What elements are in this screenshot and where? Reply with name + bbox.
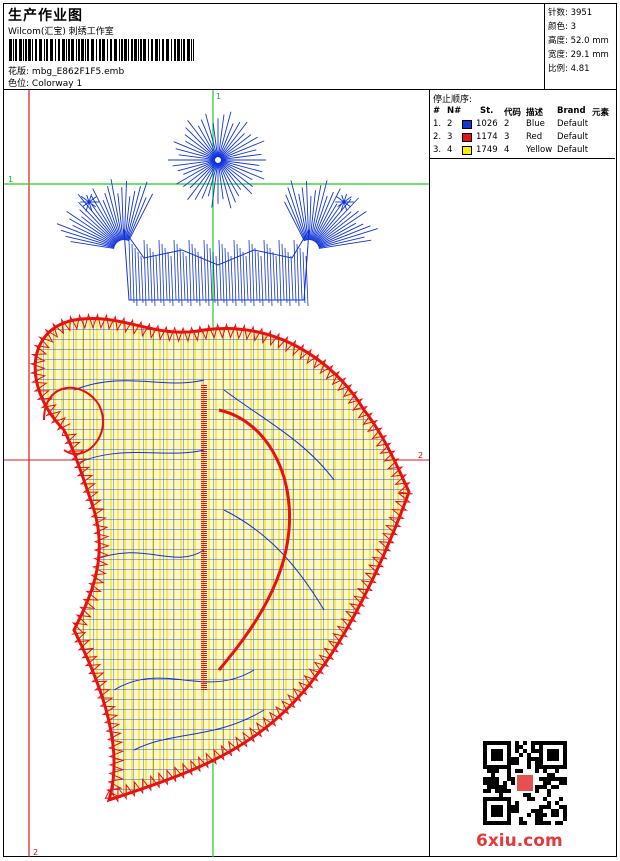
spec-width: 宽度: 29.1 mm	[548, 50, 609, 60]
stop-cell-code: 1749	[476, 145, 498, 155]
qr-code	[483, 741, 567, 825]
colorway-label: 色位:	[8, 79, 30, 89]
guide-marker-v2: 2	[33, 848, 38, 857]
stop-cell-brand: Default	[557, 119, 589, 129]
stop-cell-code: 1174	[476, 132, 498, 142]
spec-panel: 针数: 3951 颜色: 3 高度: 52.0 mm 宽度: 29.1 mm 比…	[545, 4, 616, 90]
colorway-name: Colorway 1	[31, 79, 83, 89]
header-info-panel: 生产作业图 Wilcom(汇宝) 刺绣工作室 花版: mbg_E862F1F5.…	[4, 4, 545, 90]
stop-cell-brand: Default	[557, 132, 589, 142]
colorway-line: 色位: Colorway 1	[8, 76, 82, 89]
stop-row[interactable]: 1. 2 1026 2 Blue Default	[430, 118, 616, 131]
stop-cell-stops: 4	[504, 145, 510, 155]
stop-cell-desc: Yellow	[526, 145, 553, 155]
embroidery-preview: 1 1 2 2	[4, 90, 429, 857]
stop-sequence-panel: 停止顺序: # N# St. 代码 描述 Brand 元素 1. 2 1026 2 Bl…	[429, 90, 616, 857]
stop-cell-num: 2.	[433, 132, 442, 142]
stop-sequence-title: 停止顺序:	[433, 95, 473, 105]
page-title: 生产作业图	[8, 8, 83, 24]
guide-marker-h1: 1	[8, 175, 13, 184]
watermark-site: 6xiu.com	[476, 831, 563, 851]
stop-cell-brand: Default	[557, 145, 589, 155]
thread-color-swatch	[462, 133, 472, 142]
stop-cell-code: 1026	[476, 119, 498, 129]
stop-cell-desc: Blue	[526, 119, 545, 129]
panel-divider	[430, 158, 615, 159]
production-worksheet: 生产作业图 Wilcom(汇宝) 刺绣工作室 花版: mbg_E862F1F5.…	[3, 3, 617, 857]
guide-marker-h2: 2	[418, 451, 423, 460]
crown-motif	[56, 111, 378, 307]
spec-stitches: 针数: 3951	[548, 8, 593, 18]
stop-cell-stops: 3	[504, 132, 510, 142]
letter-d-motif	[29, 312, 413, 803]
stop-cell-num: 1.	[433, 119, 442, 129]
studio-name: Wilcom(汇宝) 刺绣工作室	[8, 27, 114, 37]
stop-cell-needle: 3	[447, 132, 453, 142]
stop-cell-desc: Red	[526, 132, 543, 142]
spec-colors: 颜色: 3	[548, 22, 576, 32]
stop-table-header: # N# St. 代码 描述 Brand 元素	[433, 106, 610, 118]
stop-cell-num: 3.	[433, 145, 442, 155]
barcode	[9, 39, 194, 61]
guide-marker-v1: 1	[216, 92, 221, 101]
stop-cell-needle: 2	[447, 119, 453, 129]
stop-row[interactable]: 2. 3 1174 3 Red Default	[430, 131, 616, 144]
stop-cell-needle: 4	[447, 145, 453, 155]
thread-color-swatch	[462, 146, 472, 155]
stop-cell-stops: 2	[504, 119, 510, 129]
spec-height: 高度: 52.0 mm	[548, 36, 609, 46]
design-preview[interactable]: 1 1 2 2	[4, 90, 429, 857]
spec-scale: 比例: 4.81	[548, 64, 590, 74]
stop-row[interactable]: 3. 4 1749 4 Yellow Default	[430, 144, 616, 157]
thread-color-swatch	[462, 120, 472, 129]
